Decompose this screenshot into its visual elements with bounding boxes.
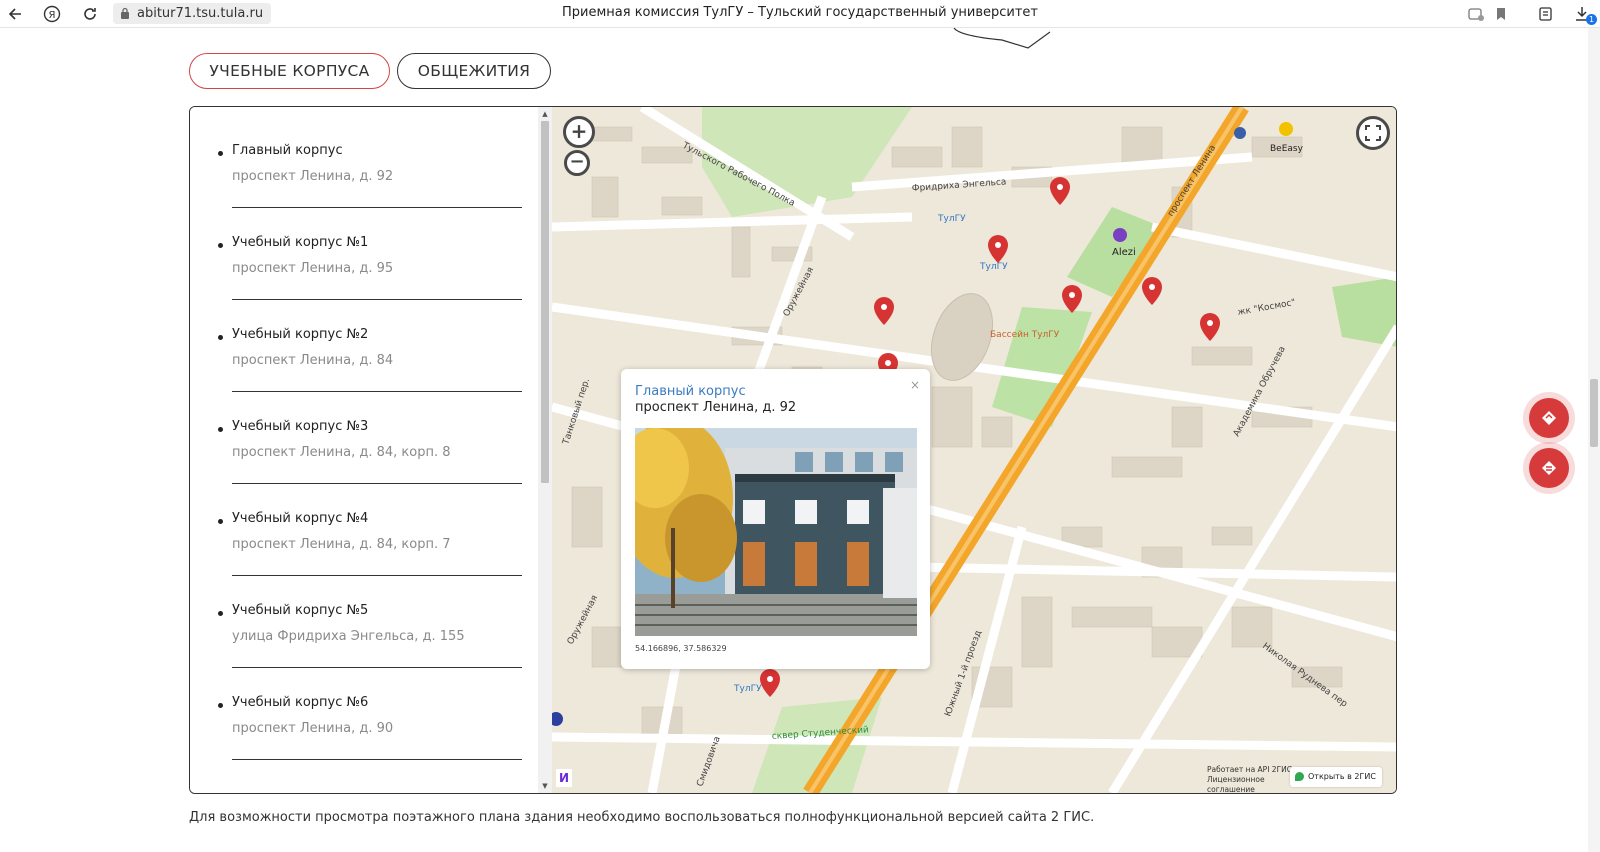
building-address: проспект Ленина, д. 90 (232, 721, 394, 736)
building-title: Учебный корпус №6 (232, 695, 369, 710)
open-2gis-button[interactable]: Открыть в 2ГИС (1290, 767, 1382, 787)
divider (232, 391, 522, 392)
scroll-down-arrow-icon[interactable]: ▼ (541, 781, 549, 791)
building-address: улица Фридриха Энгельса, д. 155 (232, 629, 465, 644)
list-scroll-thumb[interactable] (541, 121, 549, 483)
popup-title[interactable]: Главный корпус (635, 384, 746, 399)
marker-popup: Главный корпус проспект Ленина, д. 92 × (621, 369, 930, 669)
documents-float-button[interactable] (1529, 448, 1569, 488)
apply-float-button[interactable] (1529, 398, 1569, 438)
ticket-icon (1542, 411, 1556, 425)
page-title: Приемная комиссия ТулГУ – Тульский госуд… (562, 5, 1038, 20)
divider (232, 207, 522, 208)
yandex-browser-icon[interactable]: И (556, 769, 572, 787)
campus-map-widget: Главный корпус проспект Ленина, д. 92 Уч… (189, 106, 1397, 794)
list-bullet (218, 703, 223, 708)
building-address: проспект Ленина, д. 84, корп. 8 (232, 445, 451, 460)
building-title: Главный корпус (232, 143, 343, 158)
building-title: Учебный корпус №2 (232, 327, 369, 342)
popup-coordinates: 54.166896, 37.586329 (635, 644, 727, 653)
list-bullet (218, 611, 223, 616)
poi-label: Alezi (1112, 247, 1136, 258)
tab-buildings[interactable]: УЧЕБНЫЕ КОРПУСА (189, 53, 390, 89)
list-bullet (218, 427, 223, 432)
document-icon (1542, 461, 1556, 475)
map-canvas[interactable]: Тульского Рабочего Полка Фридриха Энгель… (552, 107, 1396, 793)
browser-toolbar: Я abitur71.tsu.tula.ru Приемная комиссия… (0, 0, 1600, 28)
fullscreen-button[interactable] (1356, 116, 1390, 150)
2gis-leaf-icon (1295, 772, 1304, 781)
divider (232, 667, 522, 668)
poi-label: BeEasy (1270, 144, 1304, 154)
zoom-in-button[interactable]: + (563, 116, 595, 148)
zoom-out-button[interactable]: − (564, 150, 590, 176)
collections-icon[interactable] (1536, 4, 1556, 24)
divider (232, 299, 522, 300)
buildings-list: Главный корпус проспект Ленина, д. 92 Уч… (190, 107, 538, 793)
building-title: Учебный корпус №5 (232, 603, 369, 618)
decorative-strokes (953, 28, 1051, 49)
protect-icon[interactable] (1466, 4, 1486, 24)
building-address: проспект Ленина, д. 92 (232, 169, 394, 184)
building-address: проспект Ленина, д. 84 (232, 353, 394, 368)
bookmark-icon[interactable] (1491, 4, 1511, 24)
poi-label: ТулГУ (733, 684, 762, 694)
divider (232, 575, 522, 576)
page-scrollbar[interactable] (1588, 28, 1600, 852)
tab-dormitories[interactable]: ОБЩЕЖИТИЯ (397, 53, 551, 89)
building-photo (635, 428, 917, 636)
divider (232, 483, 522, 484)
building-address: проспект Ленина, д. 84, корп. 7 (232, 537, 451, 552)
popup-close-button[interactable]: × (910, 378, 920, 392)
list-bullet (218, 243, 223, 248)
list-bullet (218, 519, 223, 524)
floor-plan-note: Для возможности просмотра поэтажного пла… (189, 810, 1095, 825)
list-bullet (218, 335, 223, 340)
poi-label: ТулГУ (937, 214, 966, 224)
poi-label: Бассейн ТулГУ (990, 330, 1060, 340)
popup-address: проспект Ленина, д. 92 (635, 400, 797, 415)
open-2gis-label: Открыть в 2ГИС (1308, 772, 1376, 781)
poi-label: ТулГУ (979, 262, 1008, 272)
building-title: Учебный корпус №4 (232, 511, 369, 526)
page-scroll-thumb[interactable] (1590, 379, 1598, 447)
divider (232, 759, 522, 760)
fullscreen-icon (1365, 125, 1381, 141)
list-scrollbar[interactable]: ▲ ▼ (538, 107, 552, 793)
list-bullet (218, 151, 223, 156)
downloads-badge: 1 (1586, 14, 1597, 25)
scroll-up-arrow-icon[interactable]: ▲ (541, 109, 549, 119)
building-title: Учебный корпус №1 (232, 235, 369, 250)
building-title: Учебный корпус №3 (232, 419, 369, 434)
building-address: проспект Ленина, д. 95 (232, 261, 394, 276)
